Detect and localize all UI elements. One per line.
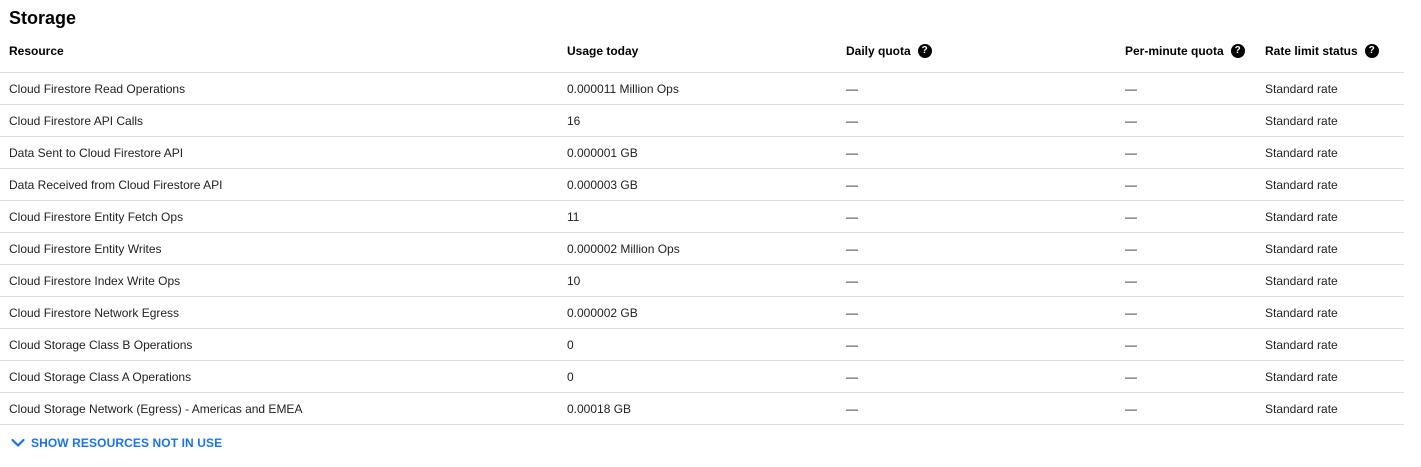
header-resource: Resource — [9, 43, 64, 58]
table-row: Data Received from Cloud Firestore API 0… — [0, 169, 1404, 201]
cell-usage: 0.000002 GB — [567, 305, 638, 320]
show-resources-not-in-use-label: SHOW RESOURCES NOT IN USE — [31, 436, 223, 450]
cell-per-minute-quota: — — [1125, 209, 1137, 224]
chevron-down-icon — [11, 438, 25, 447]
cell-resource: Cloud Firestore Network Egress — [9, 305, 180, 320]
table-row: Cloud Storage Class A Operations 0 — — S… — [0, 361, 1404, 393]
cell-status: Standard rate — [1265, 113, 1338, 128]
cell-resource: Cloud Firestore Index Write Ops — [9, 273, 181, 288]
header-daily-quota-label: Daily quota — [846, 43, 911, 58]
cell-status: Standard rate — [1265, 401, 1338, 416]
header-rate-limit-status-label: Rate limit status — [1265, 43, 1358, 58]
cell-usage: 0.000002 Million Ops — [567, 241, 680, 256]
cell-daily-quota: — — [846, 273, 858, 288]
cell-resource: Cloud Firestore Read Operations — [9, 81, 186, 96]
table-header-row: Resource Usage today Daily quota ? Per-m… — [0, 35, 1404, 73]
table-row: Cloud Firestore Entity Writes 0.000002 M… — [0, 233, 1404, 265]
cell-daily-quota: — — [846, 209, 858, 224]
cell-resource: Data Received from Cloud Firestore API — [9, 177, 223, 192]
cell-status: Standard rate — [1265, 369, 1338, 384]
table-row: Cloud Firestore Read Operations 0.000011… — [0, 73, 1404, 105]
table-row: Cloud Storage Network (Egress) - America… — [0, 393, 1404, 425]
cell-status: Standard rate — [1265, 241, 1338, 256]
table-row: Cloud Firestore Entity Fetch Ops 11 — — … — [0, 201, 1404, 233]
header-rate-limit-status: Rate limit status ? — [1265, 32, 1379, 69]
cell-per-minute-quota: — — [1125, 401, 1137, 416]
cell-usage: 0.000001 GB — [567, 145, 638, 160]
cell-per-minute-quota: — — [1125, 177, 1137, 192]
cell-usage: 11 — [567, 209, 580, 224]
quota-table: Resource Usage today Daily quota ? Per-m… — [0, 35, 1404, 425]
cell-daily-quota: — — [846, 305, 858, 320]
cell-per-minute-quota: — — [1125, 273, 1137, 288]
cell-usage: 0.00018 GB — [567, 401, 632, 416]
cell-usage: 0 — [567, 369, 574, 384]
table-row: Cloud Firestore API Calls 16 — — Standar… — [0, 105, 1404, 137]
table-row: Cloud Firestore Index Write Ops 10 — — S… — [0, 265, 1404, 297]
table-row: Data Sent to Cloud Firestore API 0.00000… — [0, 137, 1404, 169]
help-icon[interactable]: ? — [917, 43, 932, 58]
cell-daily-quota: — — [846, 113, 858, 128]
cell-status: Standard rate — [1265, 305, 1338, 320]
cell-resource: Cloud Storage Network (Egress) - America… — [9, 401, 303, 416]
cell-daily-quota: — — [846, 369, 858, 384]
help-icon[interactable]: ? — [1230, 43, 1245, 58]
cell-daily-quota: — — [846, 241, 858, 256]
table-row: Cloud Firestore Network Egress 0.000002 … — [0, 297, 1404, 329]
cell-usage: 10 — [567, 273, 581, 288]
cell-daily-quota: — — [846, 401, 858, 416]
section-title: Storage — [9, 8, 77, 28]
header-per-minute-quota-label: Per-minute quota — [1125, 43, 1224, 58]
cell-per-minute-quota: — — [1125, 337, 1137, 352]
cell-status: Standard rate — [1265, 337, 1338, 352]
cell-daily-quota: — — [846, 145, 858, 160]
cell-resource: Cloud Firestore Entity Fetch Ops — [9, 209, 184, 224]
cell-daily-quota: — — [846, 81, 858, 96]
help-icon[interactable]: ? — [1364, 43, 1379, 58]
cell-resource: Cloud Storage Class A Operations — [9, 369, 192, 384]
cell-usage: 0.000003 GB — [567, 177, 638, 192]
header-usage: Usage today — [567, 43, 639, 58]
cell-usage: 16 — [567, 113, 581, 128]
cell-status: Standard rate — [1265, 145, 1338, 160]
show-resources-not-in-use-button[interactable]: SHOW RESOURCES NOT IN USE — [11, 436, 222, 450]
cell-per-minute-quota: — — [1125, 81, 1137, 96]
cell-status: Standard rate — [1265, 273, 1338, 288]
cell-daily-quota: — — [846, 177, 858, 192]
header-per-minute-quota: Per-minute quota ? — [1125, 32, 1245, 69]
cell-status: Standard rate — [1265, 177, 1338, 192]
cell-per-minute-quota: — — [1125, 241, 1137, 256]
cell-usage: 0 — [567, 337, 574, 352]
cell-resource: Cloud Firestore Entity Writes — [9, 241, 162, 256]
header-daily-quota: Daily quota ? — [846, 32, 932, 69]
cell-resource: Cloud Firestore API Calls — [9, 113, 144, 128]
cell-status: Standard rate — [1265, 81, 1338, 96]
cell-per-minute-quota: — — [1125, 145, 1137, 160]
table-row: Cloud Storage Class B Operations 0 — — S… — [0, 329, 1404, 361]
cell-per-minute-quota: — — [1125, 113, 1137, 128]
cell-usage: 0.000011 Million Ops — [567, 81, 679, 96]
cell-resource: Cloud Storage Class B Operations — [9, 337, 193, 352]
cell-status: Standard rate — [1265, 209, 1338, 224]
cell-resource: Data Sent to Cloud Firestore API — [9, 145, 184, 160]
cell-daily-quota: — — [846, 337, 858, 352]
cell-per-minute-quota: — — [1125, 305, 1137, 320]
cell-per-minute-quota: — — [1125, 369, 1137, 384]
table-body: Cloud Firestore Read Operations 0.000011… — [0, 73, 1404, 425]
